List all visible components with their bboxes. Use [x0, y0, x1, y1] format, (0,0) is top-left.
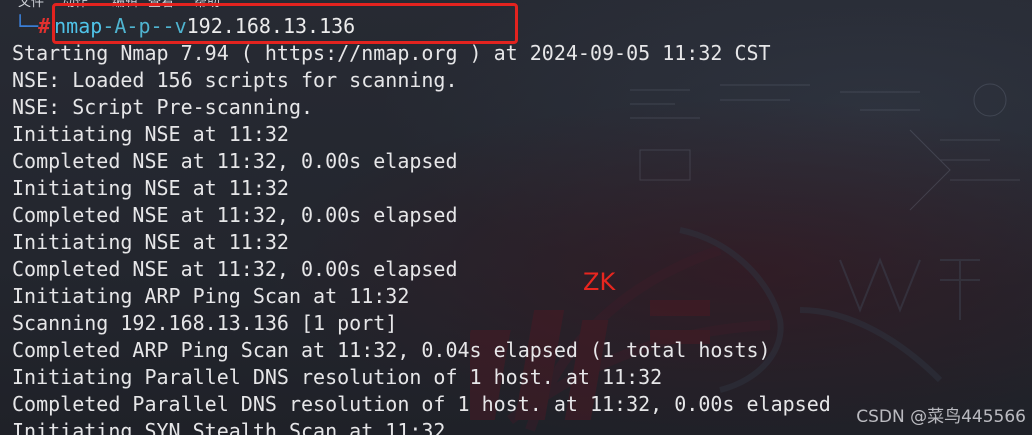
csdn-watermark: CSDN @菜鸟445566 — [856, 407, 1026, 427]
prompt-corner: └─ — [14, 14, 39, 38]
command-highlight-box — [52, 3, 518, 44]
output-line: Starting Nmap 7.94 ( https://nmap.org ) … — [12, 41, 771, 65]
terminal-window[interactable]: 文件 动作 编辑 查看 帮助 └─ # nmap -A -p- -v 192.168… — [0, 0, 1032, 435]
terminal-output: Starting Nmap 7.94 ( https://nmap.org ) … — [12, 40, 831, 435]
output-line: Initiating ARP Ping Scan at 11:32 — [12, 284, 410, 308]
output-line: Initiating NSE at 11:32 — [12, 176, 289, 200]
output-line: Completed ARP Ping Scan at 11:32, 0.04s … — [12, 338, 771, 362]
output-line: Completed NSE at 11:32, 0.00s elapsed — [12, 203, 458, 227]
annotation-label: ZK — [583, 268, 616, 296]
output-line: Completed NSE at 11:32, 0.00s elapsed — [12, 149, 458, 173]
output-line: NSE: Loaded 156 scripts for scanning. — [12, 68, 458, 92]
output-line: Initiating NSE at 11:32 — [12, 230, 289, 254]
output-line: Scanning 192.168.13.136 [1 port] — [12, 311, 398, 335]
prompt-root-hash: # — [38, 14, 51, 38]
output-line: Initiating NSE at 11:32 — [12, 122, 289, 146]
menu-item-file[interactable]: 文件 — [18, 0, 44, 8]
output-line: NSE: Script Pre-scanning. — [12, 95, 314, 119]
output-line: Completed NSE at 11:32, 0.00s elapsed — [12, 257, 458, 281]
output-line: Initiating Parallel DNS resolution of 1 … — [12, 365, 663, 389]
output-line: Completed Parallel DNS resolution of 1 h… — [12, 392, 831, 416]
output-line: Initiating SYN Stealth Scan at 11:32 — [12, 419, 446, 435]
